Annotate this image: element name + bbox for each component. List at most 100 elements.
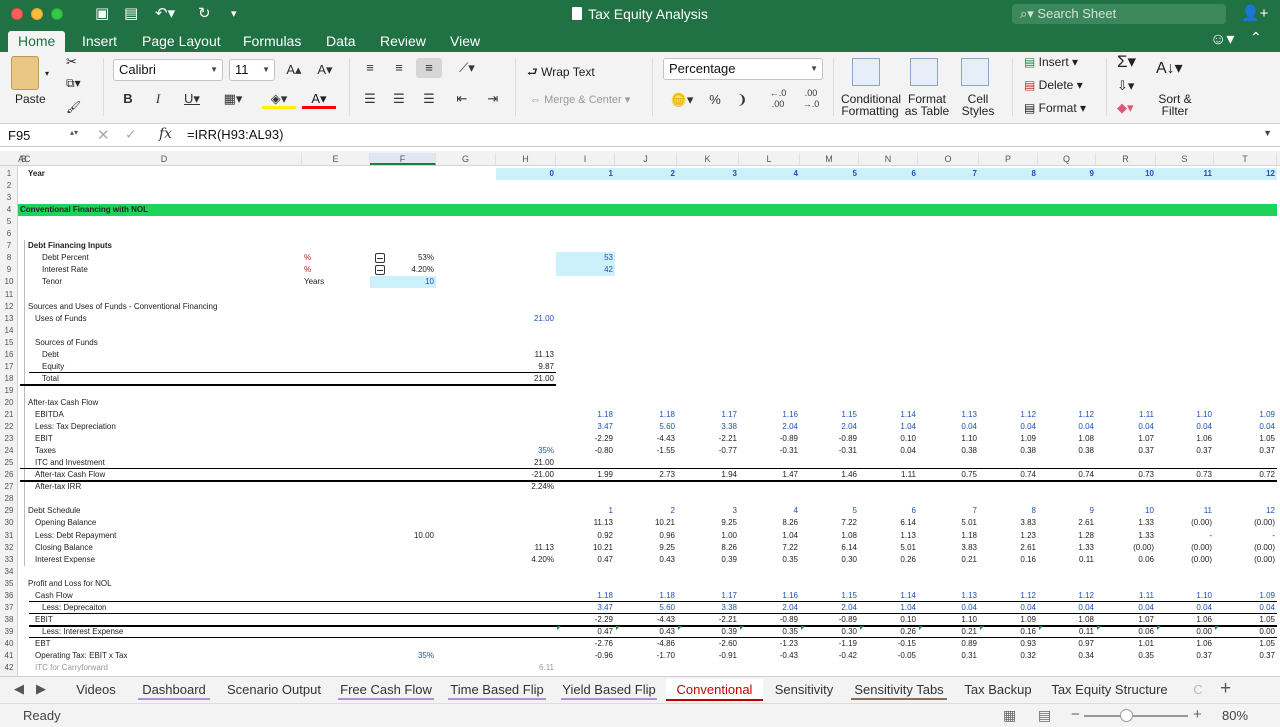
pnl-value[interactable]: 0.04 <box>1156 602 1214 614</box>
pnl-value[interactable]: 0.43 <box>615 626 677 638</box>
row-header-22[interactable]: 22 <box>0 421 18 433</box>
row-header-40[interactable]: 40 <box>0 638 18 650</box>
year-12[interactable]: 12 <box>1214 168 1277 180</box>
pnl-value[interactable]: 3.47 <box>556 602 615 614</box>
row-header-39[interactable]: 39 <box>0 626 18 638</box>
pnl-value[interactable]: 0.04 <box>1038 602 1096 614</box>
row-header-31[interactable]: 31 <box>0 530 18 542</box>
debt-schedule-label[interactable]: Less: Debt Repayment <box>35 530 285 542</box>
column-header-p[interactable]: P <box>979 153 1038 165</box>
pnl-value[interactable]: 1.17 <box>677 590 739 602</box>
debt-schedule-value[interactable]: (0.00) <box>1214 517 1277 529</box>
cash-flow-value[interactable]: 1.99 <box>556 469 615 481</box>
pnl-value[interactable]: -0.42 <box>800 650 859 662</box>
row-header-28[interactable]: 28 <box>0 493 18 505</box>
debt-period[interactable]: 11 <box>1156 505 1214 517</box>
pnl-value[interactable]: 5.60 <box>615 602 677 614</box>
debt-input-value[interactable]: 10 <box>370 276 436 288</box>
add-sheet-icon[interactable]: + <box>1220 678 1231 700</box>
row-header-34[interactable]: 34 <box>0 566 18 578</box>
cash-flow-value[interactable]: -0.80 <box>556 445 615 457</box>
pnl-value[interactable]: 1.07 <box>1096 614 1156 626</box>
cash-flow-value[interactable]: 1.07 <box>1096 433 1156 445</box>
borders-button[interactable]: ▦▾ <box>218 89 248 109</box>
cash-flow-value[interactable]: -1.55 <box>615 445 677 457</box>
cash-flow-value[interactable]: -0.31 <box>739 445 800 457</box>
row-header-12[interactable]: 12 <box>0 301 18 313</box>
cash-flow-value[interactable]: 1.15 <box>800 409 859 421</box>
pnl-value[interactable]: 1.18 <box>556 590 615 602</box>
cash-flow-value[interactable]: 2.04 <box>800 421 859 433</box>
align-left-button[interactable]: ☰ <box>358 89 382 109</box>
pnl-value[interactable]: -2.29 <box>556 614 615 626</box>
debt-schedule-value[interactable]: 5.01 <box>918 517 979 529</box>
debt-schedule-value[interactable]: 0.47 <box>556 554 615 566</box>
cash-flow-value[interactable]: 0.38 <box>918 445 979 457</box>
source-label[interactable]: Debt <box>42 349 242 361</box>
pnl-value[interactable]: 1.14 <box>859 590 918 602</box>
pnl-label[interactable]: EBT <box>35 638 285 650</box>
debt-schedule-col-h[interactable]: 4.20% <box>496 554 556 566</box>
row-header-2[interactable]: 2 <box>0 180 18 192</box>
pnl-value[interactable]: 1.16 <box>739 590 800 602</box>
row-header-19[interactable]: 19 <box>0 385 18 397</box>
debt-schedule-value[interactable]: (0.00) <box>1156 517 1214 529</box>
year-9[interactable]: 9 <box>1038 168 1096 180</box>
debt-period[interactable]: 4 <box>739 505 800 517</box>
cash-flow-value[interactable]: 1.05 <box>1214 433 1277 445</box>
pnl-value[interactable]: -1.70 <box>615 650 677 662</box>
year-7[interactable]: 7 <box>918 168 979 180</box>
debt-schedule-value[interactable]: 0.21 <box>918 554 979 566</box>
cash-flow-value[interactable]: 1.47 <box>739 469 800 481</box>
cash-flow-value[interactable]: 1.17 <box>677 409 739 421</box>
row-header-3[interactable]: 3 <box>0 192 18 204</box>
pnl-col-h[interactable]: 6.11 <box>496 662 556 674</box>
pnl-value[interactable]: 0.21 <box>918 626 979 638</box>
debt-schedule-value[interactable]: 9.25 <box>615 542 677 554</box>
debt-input-unit[interactable]: Years <box>304 276 364 288</box>
pnl-value[interactable]: 1.10 <box>918 614 979 626</box>
page-layout-view-icon[interactable]: ▤ <box>1038 707 1051 724</box>
pnl-label[interactable]: Cash Flow <box>35 590 285 602</box>
pnl-value[interactable]: 0.11 <box>1038 626 1096 638</box>
pnl-value[interactable]: 1.04 <box>859 602 918 614</box>
debt-schedule-value[interactable]: 1.08 <box>800 530 859 542</box>
debt-schedule-value[interactable]: - <box>1156 530 1214 542</box>
row-header-6[interactable]: 6 <box>0 228 18 240</box>
row-header-9[interactable]: 9 <box>0 264 18 276</box>
debt-period[interactable]: 7 <box>918 505 979 517</box>
debt-schedule-value[interactable]: 1.18 <box>918 530 979 542</box>
cash-flow-value[interactable]: -4.43 <box>615 433 677 445</box>
debt-schedule-col-f[interactable]: 10.00 <box>370 530 436 542</box>
debt-period[interactable]: 12 <box>1214 505 1277 517</box>
pnl-value[interactable]: 2.04 <box>800 602 859 614</box>
pnl-label[interactable]: EBIT <box>35 614 285 626</box>
cash-flow-value[interactable]: 0.04 <box>1156 421 1214 433</box>
increase-decimal-button[interactable]: ←.0.00 <box>764 88 792 109</box>
pnl-value[interactable]: 1.05 <box>1214 614 1277 626</box>
year-10[interactable]: 10 <box>1096 168 1156 180</box>
row-header-8[interactable]: 8 <box>0 252 18 264</box>
paste-button[interactable]: Paste <box>15 92 46 106</box>
pnl-value[interactable]: 1.10 <box>1156 590 1214 602</box>
pnl-value[interactable]: 0.00 <box>1214 626 1277 638</box>
paste-menu-caret-icon[interactable]: ▾ <box>45 69 49 78</box>
cash-flow-value[interactable]: 1.94 <box>677 469 739 481</box>
column-header-f[interactable]: F <box>370 153 436 165</box>
cash-flow-value[interactable]: 1.18 <box>556 409 615 421</box>
debt-input-value[interactable]: 53% <box>370 252 436 264</box>
align-top-button[interactable]: ≡ <box>358 58 382 78</box>
pnl-value[interactable]: 0.35 <box>1096 650 1156 662</box>
debt-schedule-value[interactable]: (0.00) <box>1156 542 1214 554</box>
debt-schedule-value[interactable]: 2.61 <box>979 542 1038 554</box>
pnl-value[interactable]: 0.31 <box>918 650 979 662</box>
cash-flow-value[interactable]: 0.04 <box>1214 421 1277 433</box>
decrease-decimal-button[interactable]: .00 →.0 <box>797 88 825 109</box>
pnl-label[interactable]: Less: Deprecaiton <box>42 602 292 614</box>
align-right-button[interactable]: ☰ <box>416 89 442 109</box>
conditional-formatting-icon[interactable] <box>852 58 880 86</box>
debt-schedule-value[interactable]: (0.00) <box>1214 554 1277 566</box>
row-header-23[interactable]: 23 <box>0 433 18 445</box>
pnl-value[interactable]: 1.06 <box>1156 614 1214 626</box>
pnl-value[interactable]: 0.37 <box>1156 650 1214 662</box>
